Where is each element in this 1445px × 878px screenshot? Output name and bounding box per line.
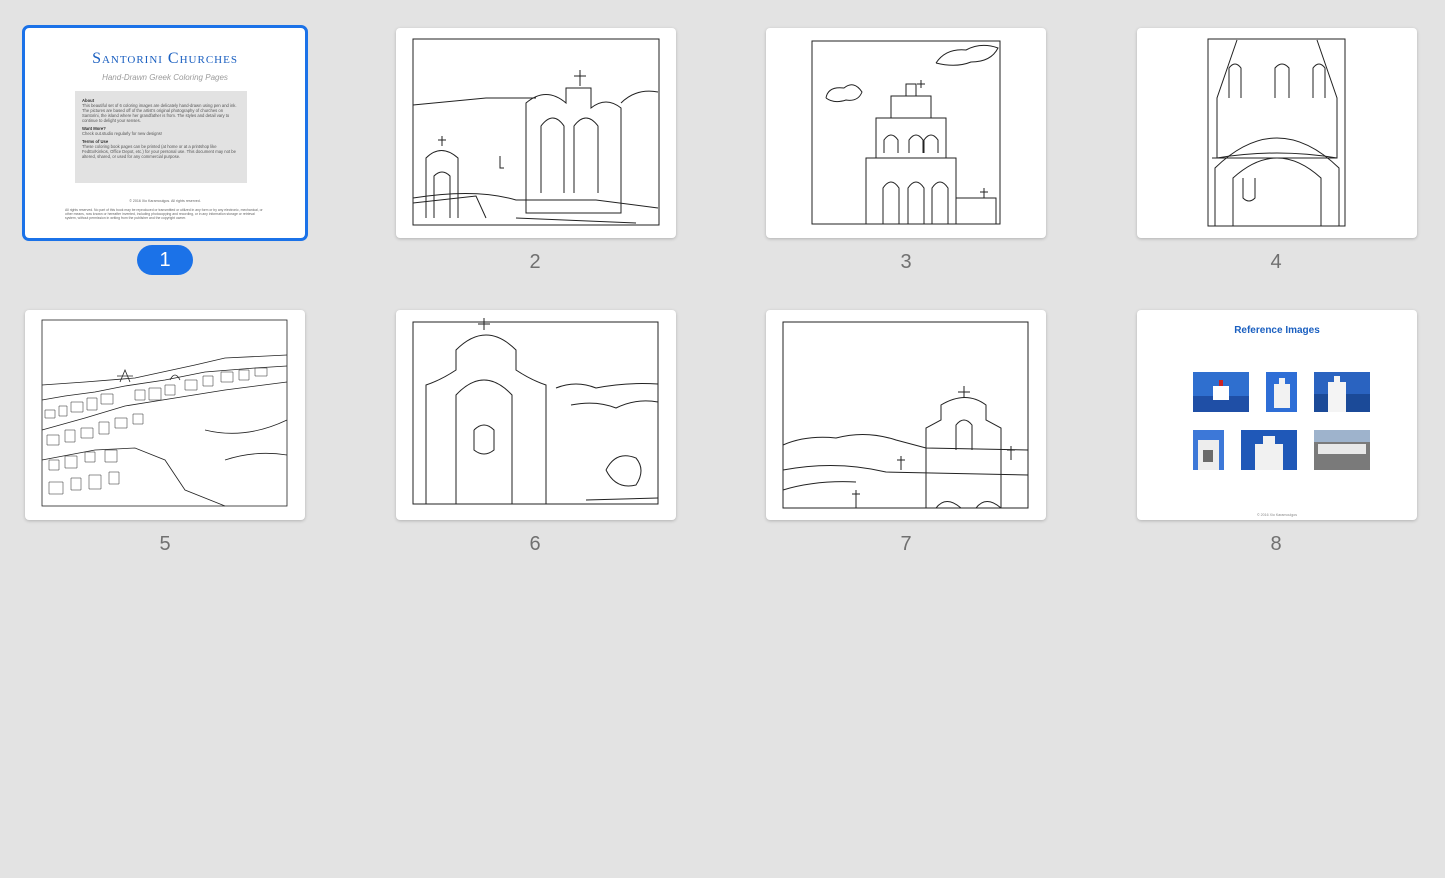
reference-photo-3 [1314,372,1370,412]
page-number-8[interactable]: 8 [1246,532,1306,556]
page-thumbnail-4[interactable] [1137,28,1417,238]
arch-bell-drawing [412,318,659,505]
terms-text: These coloring book pages can be printed… [82,144,236,159]
about-text: This beautiful set of 6 coloring images … [82,103,237,123]
page-thumbnail-1[interactable]: Santorini Churches Hand-Drawn Greek Colo… [22,25,308,241]
page-thumbnail-6[interactable] [396,310,676,520]
page-number-2[interactable]: 2 [505,250,565,274]
reference-photo-6 [1314,430,1370,470]
church-view-drawing [782,321,1029,509]
village-drawing [41,319,288,507]
reference-copyright: © 2016 Xio Karamoulgos [1256,513,1297,517]
cover-subtitle: Hand-Drawn Greek Coloring Pages [102,73,228,82]
page-thumbnail-7[interactable] [766,310,1046,520]
cover-title: Santorini Churches [92,50,238,67]
page-thumbnail-3[interactable] [766,28,1046,238]
bell-tower-drawing [412,38,660,226]
page-number-5[interactable]: 5 [135,532,195,556]
bell-dome-drawing [1207,38,1346,227]
page-number-4[interactable]: 4 [1246,250,1306,274]
reference-photo-4 [1193,430,1224,470]
page-number-1[interactable]: 1 [137,245,193,275]
reference-photo-5 [1241,430,1297,470]
page-number-6[interactable]: 6 [505,532,565,556]
page-thumbnail-5[interactable] [25,310,305,520]
cover-info-box: About This beautiful set of 6 coloring i… [75,91,247,183]
more-text: Check out.studio regularly for new desig… [82,131,163,136]
page-thumbnail-8[interactable]: Reference Images © 2016 Xio Karamoulgos [1137,310,1417,520]
cover-legal: All rights reserved. No part of this boo… [65,208,263,220]
cover-copyright: © 2016 Xio Karamoulgos. All rights reser… [129,199,201,203]
page-number-3[interactable]: 3 [876,250,936,274]
page-thumbnail-2[interactable] [396,28,676,238]
page-number-7[interactable]: 7 [876,532,936,556]
reference-photo-2 [1266,372,1297,412]
reference-title: Reference Images [1234,325,1320,336]
reference-photo-1 [1193,372,1249,412]
three-bell-tower-drawing [811,40,1001,225]
